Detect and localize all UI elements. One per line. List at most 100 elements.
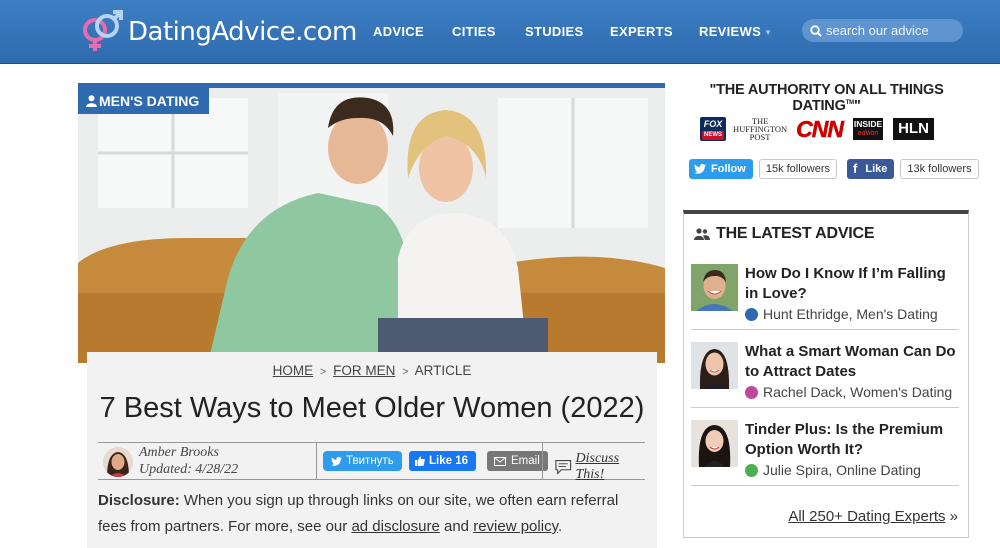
review-policy-link[interactable]: review policy [473,518,558,535]
disclosure-text: Disclosure: When you sign up through lin… [98,488,648,540]
tweet-button[interactable]: Твитнуть [323,451,402,471]
latest-advice-panel: THE LATEST ADVICE How Do I Know If I’m F… [683,210,969,538]
byline-bar: Amber Brooks Updated: 4/28/22 Твитнуть L… [98,442,645,483]
advice-item[interactable]: How Do I Know If I’m Falling in Love? Hu… [691,264,959,330]
user-icon [745,385,758,399]
latest-advice-title: THE LATEST ADVICE [716,225,875,242]
twitter-icon [331,456,342,466]
expert-photo[interactable] [691,420,738,467]
discuss-link[interactable]: Discuss This! [555,451,645,483]
article-header: HOME > FOR MEN > ARTICLE 7 Best Ways to … [87,352,657,548]
advice-author[interactable]: Rachel Dack, Women's Dating [763,384,952,400]
thumbs-up-icon [415,456,425,466]
facebook-like-label: Like [865,162,888,175]
expert-photo[interactable] [691,264,738,311]
disclosure-label: Disclosure: [98,492,180,509]
user-icon [745,307,758,321]
fox-logo-top: FOX [703,119,723,129]
breadcrumb-current: ARTICLE [414,363,472,378]
press-logos: FOX NEWS THE HUFFINGTON POST CNN INSIDE … [700,115,934,142]
all-experts-label: All 250+ Dating Experts [788,508,946,525]
disclosure-and: and [439,518,474,535]
advice-title[interactable]: What a Smart Woman Can Do to Attract Dat… [745,342,960,382]
advice-item[interactable]: What a Smart Woman Can Do to Attract Dat… [691,342,959,408]
inside-edition-logo: INSIDE edition [853,118,883,140]
nav-reviews-label: REVIEWS [699,24,762,39]
user-icon [745,463,758,477]
user-icon [86,95,97,107]
search-icon [810,24,822,37]
main-nav: ADVICE CITIES STUDIES EXPERTS REVIEWS ▼ [373,24,772,39]
couple-photo [78,88,665,363]
advice-author[interactable]: Julie Spira, Online Dating [763,462,921,478]
hln-logo: HLN [893,118,934,140]
nav-cities[interactable]: CITIES [452,24,525,39]
advice-author[interactable]: Hunt Ethridge, Men's Dating [763,306,938,322]
nav-studies[interactable]: STUDIES [525,24,610,39]
email-label: Email [511,455,540,467]
authority-tagline: "THE AUTHORITY ON ALL THINGS DATINGTM" [684,82,969,114]
twitter-follow-button[interactable]: Follow [689,158,753,179]
hero-image: MEN'S DATING [78,83,665,363]
advice-meta: Hunt Ethridge, Men's Dating [745,306,938,322]
social-follow-row: Follow 15k followers f Like 13k follower… [689,158,979,179]
expert-photo[interactable] [691,342,738,389]
users-icon [694,228,710,240]
envelope-icon [494,456,506,466]
tweet-label: Твитнуть [346,455,394,467]
author-avatar[interactable] [103,447,133,477]
facebook-like-button[interactable]: Like 16 [409,451,476,471]
facebook-follower-count: 13k followers [900,158,979,179]
authority-text: "THE AUTHORITY ON ALL THINGS DATING [709,82,944,114]
nav-reviews[interactable]: REVIEWS ▼ [699,24,772,39]
discuss-label: Discuss This! [575,451,620,482]
search-box[interactable] [802,19,963,42]
inside-logo-bottom: edition [857,130,879,137]
double-chevron-right-icon: » [945,508,958,525]
breadcrumb: HOME > FOR MEN > ARTICLE [87,363,657,378]
email-button[interactable]: Email [487,451,548,471]
all-experts-link[interactable]: All 250+ Dating Experts » [788,508,958,525]
logo-text: DatingAdvice.com [128,17,357,47]
category-label: MEN'S DATING [99,93,200,109]
gender-symbols-icon [78,9,124,55]
facebook-like-page-button[interactable]: f Like [847,158,895,179]
breadcrumb-separator: > [402,366,409,378]
search-input[interactable] [826,23,956,38]
breadcrumb-for-men[interactable]: FOR MEN [333,363,395,378]
breadcrumb-home[interactable]: HOME [273,363,314,378]
ad-disclosure-link[interactable]: ad disclosure [351,518,439,535]
fox-logo-bottom: NEWS [702,131,724,140]
article-title: 7 Best Ways to Meet Older Women (2022) [99,392,645,424]
like-label: Like 16 [429,455,468,467]
fox-news-logo: FOX NEWS [700,117,726,141]
divider [316,443,317,479]
huffington-post-logo: THE HUFFINGTON POST [733,117,787,142]
twitter-follow-label: Follow [711,162,746,175]
author-name[interactable]: Amber Brooks [139,445,219,461]
facebook-icon: f [853,161,858,176]
huffington-logo-line-3: POST [749,132,771,142]
inside-logo-top: INSIDE [853,119,883,129]
twitter-follower-count: 15k followers [758,158,838,179]
divider [542,443,543,479]
trademark-mark: TM [845,100,854,107]
nav-advice[interactable]: ADVICE [373,24,452,39]
latest-advice-heading: THE LATEST ADVICE [694,225,875,243]
advice-item[interactable]: Tinder Plus: Is the Premium Option Worth… [691,420,959,486]
advice-meta: Rachel Dack, Women's Dating [745,384,952,400]
comment-icon [555,460,572,475]
category-tag[interactable]: MEN'S DATING [78,88,210,114]
authority-quote-end: " [853,98,861,114]
site-header: DatingAdvice.com ADVICE CITIES STUDIES E… [0,0,1000,64]
advice-title[interactable]: Tinder Plus: Is the Premium Option Worth… [745,420,960,460]
chevron-down-icon: ▼ [764,28,773,38]
advice-meta: Julie Spira, Online Dating [745,462,921,478]
nav-experts[interactable]: EXPERTS [610,24,699,39]
advice-title[interactable]: How Do I Know If I’m Falling in Love? [745,264,960,304]
cnn-logo: CNN [796,115,844,142]
disclosure-period: . [557,518,563,535]
breadcrumb-separator: > [319,366,327,378]
site-logo[interactable]: DatingAdvice.com [78,9,357,55]
updated-date: Updated: 4/28/22 [139,462,239,477]
